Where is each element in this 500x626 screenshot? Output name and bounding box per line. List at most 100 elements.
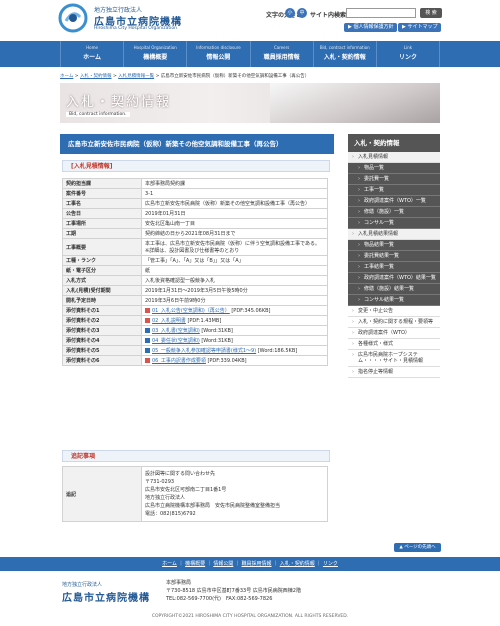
sidebar-item-hospital-quotes[interactable]: 広島市民病院ホープシステム・・・・サイト・見積情報 [348, 350, 440, 367]
nav-item-disclosure[interactable]: Information disclosure 情報公開 [187, 41, 251, 67]
row-header: 案件番号 [62, 188, 142, 199]
attachment-link[interactable]: 04_委任状(空気調和) [152, 338, 200, 344]
note-line: 広島市安佐北区可部南二丁目1番1号 [145, 487, 227, 493]
sidebar-item-goods[interactable]: 物品一覧 [348, 163, 440, 174]
row-header: 添付資料その3 [62, 325, 142, 336]
search-input[interactable] [346, 8, 416, 18]
notes-table: 追記 設計図等に関する問い合わせ先 〒731-0293 広島市安佐北区可部南二丁… [62, 466, 328, 522]
nav-item-organization[interactable]: Hospital Organization 機構概要 [124, 41, 188, 67]
sidebar-item-wto-info[interactable]: 政府調達案件（WTO） [348, 328, 440, 339]
footer-link-organization[interactable]: 機構概要 [185, 561, 205, 567]
attachment-link[interactable]: 01_入札公告(空気調和)（再公告） [152, 308, 230, 314]
table-row: 入札(見積)受付期間 2019年1月31日～2019年3月5日午後5時0分 [62, 285, 328, 296]
sidebar-item-consultant-results[interactable]: コンサル結果一覧 [348, 295, 440, 306]
footer-address: 〒730-8518 広島市中区基町7番33号 広島市民病院西棟2階 [166, 588, 301, 594]
footer-link-careers[interactable]: 職員採用情報 [242, 561, 272, 567]
table-row: 開札予定日時 2019年3月6日午前9時0分 [62, 295, 328, 306]
page-top-button[interactable]: ▲ ページの先頭へ [394, 543, 441, 552]
section-heading-bid-info: [入札見積情報] [62, 160, 330, 172]
nav-item-link[interactable]: Link リンク [377, 41, 441, 67]
breadcrumb-bid[interactable]: 入札・契約情報 [80, 74, 112, 79]
nav-item-en: Link [403, 45, 413, 50]
table-row: 工事場所 安佐北区亀山南一丁目 [62, 218, 328, 229]
attachment-link[interactable]: 02_入札説明書 [152, 318, 186, 324]
attachment-info: [PDF:1.43MB] [187, 318, 222, 324]
row-header: 添付資料その6 [62, 355, 142, 366]
table-row: 工事名 広島市立新安佐市民病院（仮称）新築その他空気調和設備工事（再公告） [62, 198, 328, 209]
font-size-small-button[interactable]: 小 [285, 8, 295, 18]
sidebar-item-forms[interactable]: 各種様式・様式 [348, 339, 440, 350]
row-header: 添付資料その2 [62, 315, 142, 326]
search-button[interactable]: 検 索 [420, 8, 442, 18]
sidebar-item-consignment-results[interactable]: 委託費結果一覧 [348, 251, 440, 262]
nav-item-jp: 情報公開 [206, 54, 231, 61]
sidebar-item-consultant[interactable]: コンサル一覧 [348, 218, 440, 229]
sidebar: 入札・契約情報 入札見積情報 物品一覧 委託費一覧 工事一覧 政府調達案件（WT… [348, 134, 440, 378]
sidebar-item-consignment[interactable]: 委託費一覧 [348, 174, 440, 185]
nav-item-jp: 機構概要 [143, 54, 168, 61]
breadcrumb-bid-list[interactable]: 入札見積情報一覧 [118, 74, 154, 79]
breadcrumb-home[interactable]: ホーム [60, 74, 73, 79]
nav-item-careers[interactable]: Careers 職員採用情報 [251, 41, 314, 67]
nav-item-home[interactable]: Home ホーム [60, 41, 125, 67]
table-row: 工種・ランク 「管工事」「A」、「A」又は「B」」又は「A」 [62, 255, 328, 266]
banner-subtitle: Bid, contract information. [66, 112, 130, 117]
nav-item-en: Bid, contract information [319, 45, 370, 50]
footer-link-disclosure[interactable]: 情報公開 [213, 561, 233, 567]
privacy-policy-button[interactable]: ▶ 個人情報保護方針 [344, 23, 398, 32]
sidebar-item-changes[interactable]: 変更・中止公告 [348, 306, 440, 317]
table-row: 添付資料その2 02_入札説明書 [PDF:1.43MB] [62, 315, 328, 326]
sidebar-item-wto-results[interactable]: 政府調達案件（WTO）結果一覧 [348, 273, 440, 284]
sidebar-item-goods-results[interactable]: 物品結果一覧 [348, 240, 440, 251]
sidebar-item-repair-results[interactable]: 修繕（施設）結果一覧 [348, 284, 440, 295]
nav-item-jp: リンク [398, 54, 417, 61]
nav-item-jp: 職員採用情報 [263, 54, 300, 61]
pdf-file-icon [145, 318, 150, 323]
nav-item-bid[interactable]: Bid, contract information 入札・契約情報 [314, 41, 377, 67]
sidebar-item-bid-info[interactable]: 入札見積情報 [348, 152, 440, 163]
breadcrumb: ホーム > 入札・契約情報 > 入札見積情報一覧 > 広島市立新安佐市民病院（仮… [60, 73, 309, 79]
sidebar-item-wto[interactable]: 政府調達案件（WTO）一覧 [348, 196, 440, 207]
attachment-link[interactable]: 03_入札書(空気調和) [152, 328, 200, 334]
footer-contact: 本部事務局 〒730-8518 広島市中区基町7番33号 広島市民病院西棟2階 … [166, 579, 301, 603]
footer-link-link[interactable]: リンク [323, 561, 338, 567]
row-header: 添付資料その5 [62, 345, 142, 356]
footer-link-bid[interactable]: 入札・契約情報 [280, 561, 315, 567]
footer-phone: TEL:082-569-7700(代) FAX:082-569-7826 [166, 596, 273, 602]
table-row: 追記 設計図等に関する問い合わせ先 〒731-0293 広島市安佐北区可部南二丁… [62, 466, 328, 522]
sidebar-title: 入札・契約情報 [348, 134, 440, 152]
hospital-logo-icon[interactable] [58, 3, 88, 33]
attachment-link[interactable]: 05_一般競争入札参加確認等申請書(様式1～9) [152, 348, 256, 354]
sidebar-item-repair[interactable]: 修繕（施設）一覧 [348, 207, 440, 218]
row-header: 入札(見積)受付期間 [62, 285, 142, 296]
attachment-link[interactable]: 06_工事内訳書作成要領 [152, 358, 206, 364]
row-header: 工種・ランク [62, 255, 142, 266]
row-value: 本部事務局契約課 [141, 178, 328, 189]
sidebar-item-results[interactable]: 入札見積結果情報 [348, 229, 440, 240]
page-banner: 入札・契約情報 Bid, contract information. [60, 83, 440, 123]
copyright: COPYRIGHT©2021 HIROSHIMA CITY HOSPITAL O… [151, 614, 349, 619]
row-value: 紙 [141, 265, 328, 276]
sidebar-item-construction[interactable]: 工事一覧 [348, 185, 440, 196]
sitemap-button[interactable]: ▶ サイトマップ [398, 23, 442, 32]
attachment-info: [PDF:339.04KB] [207, 358, 247, 364]
nav-item-jp: 入札・契約情報 [323, 54, 366, 61]
search-label: サイト内検索 [310, 12, 347, 19]
sidebar-item-rules[interactable]: 入札・契約に関する規程・要領等 [348, 317, 440, 328]
font-size-medium-button[interactable]: 中 [297, 8, 307, 18]
row-header: 工事概要 [62, 238, 142, 256]
attachment-info: [Word:31KB] [201, 338, 233, 344]
row-value: 本工事は、広島市立新安佐市民病院（仮称）に伴う空気調和設備工事である。 ※詳細は… [141, 238, 328, 256]
note-line: 地方独立行政法人 [145, 495, 186, 501]
row-value: 3-1 [141, 188, 328, 199]
pdf-file-icon [145, 308, 150, 313]
nav-item-en: Information disclosure [196, 45, 241, 50]
pdf-file-icon [145, 358, 150, 363]
banner-title: 入札・契約情報 [66, 95, 172, 110]
sidebar-item-construction-results[interactable]: 工事結果一覧 [348, 262, 440, 273]
note-line: 〒731-0293 [145, 479, 175, 485]
footer-link-home[interactable]: ホーム [162, 561, 177, 567]
sidebar-item-suspension[interactable]: 指名停止等情報 [348, 367, 440, 378]
privacy-policy-label: 個人情報保護方針 [353, 24, 394, 30]
row-value: 「管工事」「A」、「A」又は「B」」又は「A」 [141, 255, 328, 266]
